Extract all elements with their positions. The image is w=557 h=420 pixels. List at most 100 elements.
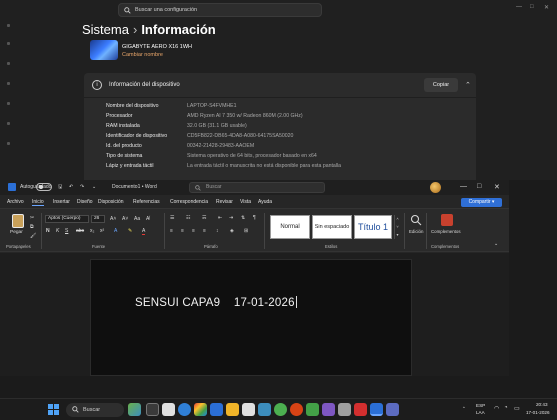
bullets-icon[interactable]: ☰ xyxy=(170,215,174,221)
font-color-icon[interactable]: A xyxy=(142,228,146,235)
style-normal[interactable]: Normal xyxy=(270,215,310,239)
wifi-icon[interactable]: ◠ xyxy=(494,405,499,412)
share-button[interactable]: Compartir ▾ xyxy=(461,198,502,207)
tab-vista[interactable]: Vista xyxy=(240,199,251,205)
outlook-icon[interactable] xyxy=(258,403,271,416)
file-explorer-icon[interactable] xyxy=(226,403,239,416)
device-specs-header[interactable]: i Información del dispositivo Copiar ⌃ xyxy=(84,73,476,98)
styles-gallery-scroll[interactable]: ˄ ˅ ▾ xyxy=(394,215,400,239)
tab-ayuda[interactable]: Ayuda xyxy=(258,199,272,205)
clock-time[interactable]: 20:43 xyxy=(536,402,548,407)
multilevel-list-icon[interactable]: ☴ xyxy=(202,215,206,221)
minimize-button[interactable]: — xyxy=(460,183,467,190)
highlight-icon[interactable]: ✎ xyxy=(128,228,132,234)
paste-label[interactable]: Pegar xyxy=(10,230,23,235)
close-button[interactable]: ✕ xyxy=(544,4,549,11)
tab-correspondencia[interactable]: Correspondencia xyxy=(170,199,208,205)
language-indicator[interactable]: ESP xyxy=(476,403,485,408)
sidebar-icon[interactable] xyxy=(7,62,10,65)
tab-referencias[interactable]: Referencias xyxy=(133,199,160,205)
show-marks-icon[interactable]: ¶ xyxy=(253,215,256,221)
tab-revisar[interactable]: Revisar xyxy=(216,199,233,205)
document-body-text[interactable]: SENSUI CAPA9 17-01-2026 xyxy=(135,296,297,309)
task-view-icon[interactable] xyxy=(146,403,159,416)
mail-icon[interactable] xyxy=(210,403,223,416)
bold-icon[interactable]: N xyxy=(46,228,50,234)
sidebar-icon[interactable] xyxy=(7,42,10,45)
format-painter-icon[interactable]: 🖌 xyxy=(30,233,36,239)
undo-icon[interactable]: ↶ xyxy=(69,184,73,190)
clock-date[interactable]: 17-01-2026 xyxy=(526,410,550,415)
settings-search-input[interactable]: Buscar una configuración xyxy=(118,3,322,17)
sidebar-icon[interactable] xyxy=(7,102,10,105)
increase-indent-icon[interactable]: ⇥ xyxy=(229,215,233,221)
minimize-button[interactable]: — xyxy=(516,4,522,10)
strikethrough-icon[interactable]: abc xyxy=(76,228,84,234)
file-icon[interactable] xyxy=(162,403,175,416)
tab-archivo[interactable]: Archivo xyxy=(7,199,24,205)
editing-label[interactable]: Edición xyxy=(409,229,423,234)
paste-icon[interactable] xyxy=(12,214,24,228)
word-taskbar-icon[interactable] xyxy=(370,403,383,416)
tray-overflow-icon[interactable]: ⌃ xyxy=(462,406,466,412)
tab-disposicion[interactable]: Disposición xyxy=(98,199,124,205)
align-left-icon[interactable]: ≡ xyxy=(170,228,173,234)
maximize-button[interactable]: □ xyxy=(530,4,534,10)
app-icon[interactable] xyxy=(386,403,399,416)
battery-icon[interactable]: ▭ xyxy=(514,405,520,412)
borders-icon[interactable]: ⊞ xyxy=(244,228,248,234)
tab-inicio[interactable]: Inicio xyxy=(32,199,44,206)
tab-insertar[interactable]: Insertar xyxy=(53,199,70,205)
maximize-button[interactable]: □ xyxy=(477,183,481,190)
app-icon[interactable] xyxy=(322,403,335,416)
tab-diseno[interactable]: Diseño xyxy=(77,199,93,205)
close-button[interactable]: ✕ xyxy=(494,183,500,191)
settings-app-icon[interactable] xyxy=(338,403,351,416)
grow-font-icon[interactable]: A˄ xyxy=(110,216,116,222)
copy-icon[interactable]: ⧉ xyxy=(30,224,34,230)
sidebar-icon[interactable] xyxy=(7,82,10,85)
customize-toolbar-icon[interactable]: ⌄ xyxy=(92,184,96,190)
addins-label[interactable]: Complementos xyxy=(431,229,461,234)
text-effects-icon[interactable]: A xyxy=(114,228,117,234)
style-heading-1[interactable]: Título 1 xyxy=(354,215,392,239)
edge-browser-icon[interactable] xyxy=(178,403,191,416)
font-size-select[interactable]: 26 xyxy=(91,215,105,223)
start-button[interactable] xyxy=(48,404,59,415)
cut-icon[interactable]: ✂ xyxy=(30,215,34,221)
sort-icon[interactable]: ⇅ xyxy=(241,215,245,221)
line-spacing-icon[interactable]: ↕ xyxy=(216,228,219,234)
style-no-spacing[interactable]: Sin espaciado xyxy=(312,215,352,239)
word-search-input[interactable]: Buscar xyxy=(189,182,325,193)
app-icon[interactable] xyxy=(306,403,319,416)
breadcrumb-parent[interactable]: Sistema xyxy=(82,22,129,37)
align-center-icon[interactable]: ≡ xyxy=(181,228,184,234)
justify-icon[interactable]: ≡ xyxy=(203,228,206,234)
app-icon[interactable] xyxy=(354,403,367,416)
subscript-icon[interactable]: x₂ xyxy=(90,228,94,234)
widgets-icon[interactable] xyxy=(128,403,141,416)
align-right-icon[interactable]: ≡ xyxy=(192,228,195,234)
redo-icon[interactable]: ↷ xyxy=(80,184,84,190)
chrome-icon[interactable] xyxy=(274,403,287,416)
document-page[interactable]: SENSUI CAPA9 17-01-2026 xyxy=(90,259,412,376)
chevron-up-icon[interactable]: ⌃ xyxy=(465,81,471,89)
superscript-icon[interactable]: x² xyxy=(100,228,104,234)
underline-icon[interactable]: S xyxy=(65,228,68,234)
avatar[interactable] xyxy=(430,182,441,193)
taskbar-search-input[interactable]: Buscar xyxy=(66,403,124,417)
decrease-indent-icon[interactable]: ⇤ xyxy=(218,215,222,221)
numbering-icon[interactable]: ☷ xyxy=(186,215,190,221)
shrink-font-icon[interactable]: A˅ xyxy=(122,216,128,222)
autosave-toggle[interactable] xyxy=(36,183,52,191)
sidebar-icon[interactable] xyxy=(7,24,10,27)
app-icon[interactable] xyxy=(242,403,255,416)
store-icon[interactable] xyxy=(194,403,207,416)
collapse-ribbon-icon[interactable]: ⌄ xyxy=(494,241,498,247)
editing-search-icon[interactable] xyxy=(410,214,422,226)
clear-formatting-icon[interactable]: A̸ xyxy=(146,216,149,222)
sidebar-icon[interactable] xyxy=(7,142,10,145)
change-case-icon[interactable]: Aa xyxy=(134,216,140,222)
save-icon[interactable]: 🖫 xyxy=(58,184,62,192)
app-icon[interactable] xyxy=(290,403,303,416)
